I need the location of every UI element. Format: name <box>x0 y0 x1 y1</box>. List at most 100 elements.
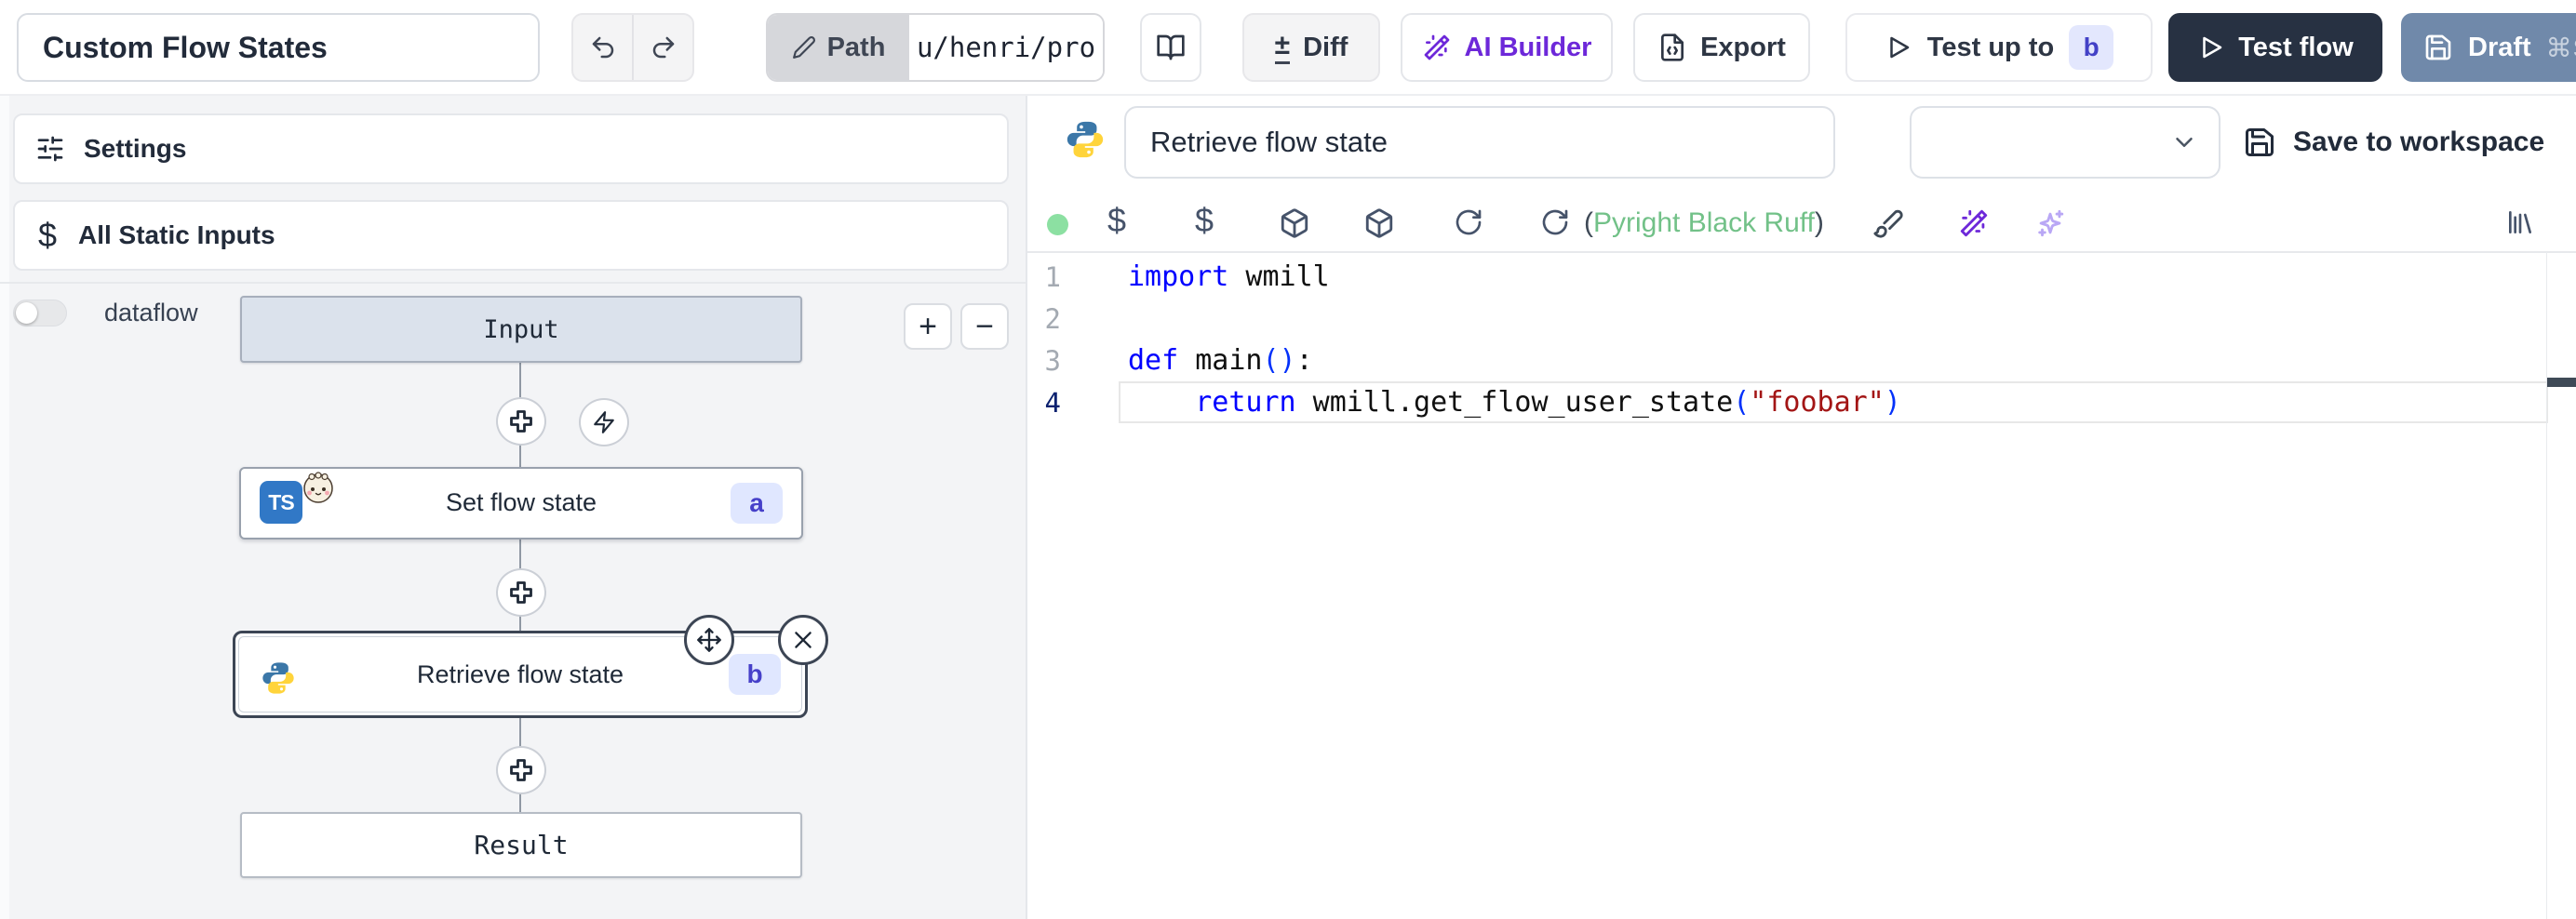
package-icon[interactable] <box>1279 207 1310 239</box>
draft-label: Draft <box>2468 33 2531 63</box>
book-open-icon <box>1156 33 1186 62</box>
library-icon[interactable] <box>2505 207 2535 237</box>
export-button[interactable]: Export <box>1633 13 1810 82</box>
test-flow-label: Test flow <box>2238 33 2354 63</box>
code-line[interactable]: 4 return wmill.get_flow_user_state("foob… <box>1027 381 2546 423</box>
line-number: 4 <box>1027 387 1061 419</box>
line-number: 2 <box>1027 303 1061 335</box>
docs-button[interactable] <box>1140 13 1201 82</box>
reload-icon[interactable] <box>1540 207 1570 237</box>
draft-save-button[interactable]: Draft ⌘S <box>2401 13 2576 82</box>
test-up-to-step-badge: b <box>2069 25 2113 70</box>
insert-step-button[interactable] <box>496 397 546 446</box>
ai-wand-icon[interactable] <box>1958 207 1990 239</box>
insert-step-button[interactable] <box>496 568 546 617</box>
static-inputs-label: All Static Inputs <box>78 220 275 250</box>
file-code-icon <box>1657 33 1687 62</box>
line-number: 1 <box>1027 261 1061 293</box>
line-content: return wmill.get_flow_user_state("foobar… <box>1128 386 1901 419</box>
minus-icon: − <box>975 311 994 342</box>
cross-plus-icon <box>508 408 534 434</box>
dollar-icon: $ <box>35 216 60 255</box>
diff-icon: ± <box>1275 32 1290 64</box>
result-node-label: Result <box>474 830 568 860</box>
plus-icon: + <box>919 311 937 342</box>
code-editor[interactable]: 1import wmill 2 3 def main(): 4 return wmill… <box>1027 256 2546 423</box>
test-flow-button[interactable]: Test flow <box>2168 13 2382 82</box>
format-brush-icon[interactable] <box>1872 207 1904 239</box>
save-to-workspace-label: Save to workspace <box>2293 127 2544 158</box>
all-static-inputs-button[interactable]: $ All Static Inputs <box>13 200 1009 271</box>
code-line[interactable]: 2 <box>1027 298 2546 340</box>
step-editor-panel: Save to workspace $ $ (Pyright Black Ruf… <box>1027 96 2576 919</box>
ai-builder-button[interactable]: AI Builder <box>1401 13 1613 82</box>
dataflow-label: dataflow <box>104 299 198 327</box>
section-divider <box>0 282 1026 284</box>
delete-step-button[interactable] <box>778 615 828 665</box>
dataflow-toggle[interactable] <box>13 300 67 326</box>
package-icon[interactable] <box>1363 207 1395 239</box>
flow-graph-panel: Settings $ All Static Inputs dataflow In… <box>0 96 1026 919</box>
step-name-input[interactable] <box>1124 106 1835 179</box>
play-icon <box>2197 33 2225 61</box>
sliders-icon <box>35 134 65 164</box>
lightning-icon <box>592 410 616 434</box>
move-icon <box>696 627 722 653</box>
export-label: Export <box>1700 33 1786 63</box>
close-icon <box>791 628 815 652</box>
flow-name-input[interactable] <box>17 13 540 82</box>
code-line[interactable]: 1import wmill <box>1027 256 2546 298</box>
pencil-icon <box>792 35 816 60</box>
dollar-icon[interactable]: $ <box>1195 201 1214 240</box>
test-up-to-button[interactable]: Test up to b <box>1845 13 2153 82</box>
undo-button[interactable] <box>573 15 632 80</box>
status-dot <box>1047 214 1068 235</box>
path-label-segment: Path <box>768 15 909 80</box>
cross-plus-icon <box>508 579 534 606</box>
line-content: def main(): <box>1128 344 1313 377</box>
language-servers-status: (Pyright Black Ruff) <box>1584 207 1824 239</box>
reload-icon[interactable] <box>1454 207 1483 237</box>
path-button[interactable]: Path u/henri/pro <box>766 13 1105 82</box>
flow-node-result[interactable]: Result <box>240 812 802 878</box>
settings-label: Settings <box>84 134 186 164</box>
settings-button[interactable]: Settings <box>13 113 1009 184</box>
flow-node-set-state[interactable]: TS Set flow state a <box>239 467 803 539</box>
ai-builder-label: AI Builder <box>1465 33 1592 63</box>
set-state-label: Set flow state <box>241 488 801 517</box>
dollar-icon[interactable]: $ <box>1107 201 1126 240</box>
language-select[interactable] <box>1910 106 2220 179</box>
test-up-to-label: Test up to <box>1927 33 2054 63</box>
input-node-label: Input <box>483 315 558 344</box>
move-step-button[interactable] <box>684 615 734 665</box>
retrieve-state-step-badge: b <box>729 654 781 695</box>
overview-ruler[interactable] <box>2546 252 2547 919</box>
sparkles-icon[interactable] <box>2034 207 2066 239</box>
flow-node-input[interactable]: Input <box>240 296 802 363</box>
set-state-step-badge: a <box>731 483 783 524</box>
windmill-flow-editor: Path u/henri/pro ± Diff AI Builder Expor… <box>0 0 2576 919</box>
save-icon <box>2243 126 2276 159</box>
insert-step-button[interactable] <box>496 746 546 794</box>
path-value: u/henri/pro <box>909 15 1103 80</box>
top-toolbar: Path u/henri/pro ± Diff AI Builder Expor… <box>0 0 2576 96</box>
zoom-out-button[interactable]: − <box>960 303 1009 350</box>
redo-icon <box>650 33 678 61</box>
python-icon <box>1064 118 1107 161</box>
code-lines: 1import wmill 2 3 def main(): 4 return wmill… <box>1027 256 2546 423</box>
add-trigger-button[interactable] <box>579 398 629 446</box>
zoom-in-button[interactable]: + <box>904 303 952 350</box>
undo-redo-group <box>571 13 694 82</box>
save-to-workspace-button[interactable]: Save to workspace <box>2237 114 2550 170</box>
diff-label: Diff <box>1303 33 1348 63</box>
play-icon <box>1885 33 1912 61</box>
line-number: 3 <box>1027 345 1061 377</box>
code-line[interactable]: 3 def main(): <box>1027 340 2546 381</box>
redo-button[interactable] <box>632 15 692 80</box>
diff-button[interactable]: ± Diff <box>1242 13 1380 82</box>
chevron-down-icon <box>2170 128 2198 156</box>
editor-toolbar-divider <box>1027 251 2576 253</box>
python-icon <box>260 659 297 697</box>
panel-left-margin <box>0 96 9 919</box>
retrieve-state-label: Retrieve flow state <box>417 660 624 689</box>
